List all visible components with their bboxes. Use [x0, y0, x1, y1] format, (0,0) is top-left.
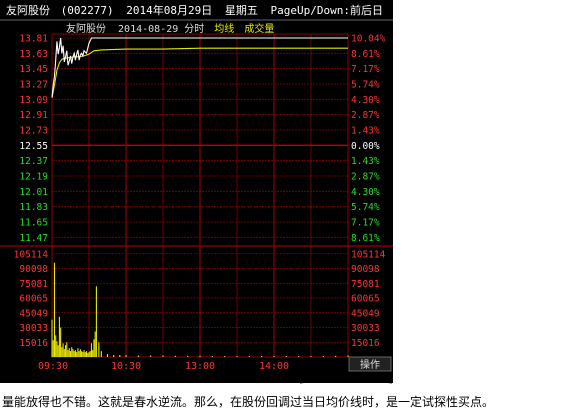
legend-avg-label: 均线 [214, 22, 234, 35]
legend-volume-label: 成交量 [244, 22, 274, 35]
price-tick-label: 11.83 [19, 202, 48, 213]
percent-tick-label: 1.43% [351, 156, 380, 167]
percent-tick-label: 7.17% [351, 64, 380, 75]
percent-tick-label: 2.87% [351, 110, 380, 121]
price-tick-label: 13.27 [19, 80, 48, 91]
volume-tick-label: 75081 [19, 279, 48, 290]
volume-tick-label: 90098 [19, 264, 48, 275]
price-tick-label: 13.45 [19, 64, 48, 75]
price-tick-label: 12.01 [19, 187, 48, 198]
time-tick-label: 09:30 [38, 361, 68, 372]
time-tick-label: 13:00 [185, 361, 215, 372]
percent-tick-label: 5.74% [351, 202, 380, 213]
volume-tick-label-right: 15016 [351, 338, 380, 349]
price-tick-label: 12.91 [19, 110, 48, 121]
header-weekday: 星期五 [225, 4, 258, 17]
volume-tick-label-right: 30033 [351, 323, 380, 334]
percent-tick-label: 5.74% [351, 80, 380, 91]
price-tick-label: 13.81 [19, 34, 48, 45]
price-tick-label: 13.63 [19, 49, 48, 60]
percent-tick-label: 2.87% [351, 172, 380, 183]
header-date: 2014年08月29日 [126, 3, 212, 17]
intraday-chart-window: 友阿股份 (002277) 2014年08月29日 星期五 PageUp/Dow… [0, 0, 418, 384]
percent-tick-label: 4.30% [351, 95, 380, 106]
percent-tick-label: 10.04% [351, 34, 386, 45]
time-tick-label: 10:30 [111, 361, 141, 372]
volume-tick-label-right: 45049 [351, 308, 380, 319]
legend-chart-label: 2014-08-29 分时 [118, 23, 204, 35]
operate-button-label: 操作 [360, 358, 380, 371]
price-tick-label: 12.73 [19, 126, 48, 137]
percent-tick-label: 4.30% [351, 187, 380, 198]
header-stock-name: 友阿股份 [6, 3, 50, 17]
header-stock-code: (002277) [61, 4, 114, 17]
legend-stock-name: 友阿股份 [66, 22, 106, 35]
price-tick-label: 11.47 [19, 233, 48, 244]
volume-tick-label-right: 105114 [351, 249, 386, 260]
header-paging-hint: PageUp/Down:前后日 [270, 3, 382, 17]
volume-tick-label: 45049 [19, 308, 48, 319]
caption-text: 量能放得也不错。这就是春水逆流。那么，在股份回调过当日均价线时，是一定试探性买点… [2, 395, 495, 409]
percent-tick-label: 0.00% [351, 141, 380, 152]
price-tick-label: 12.55 [19, 141, 48, 152]
time-tick-label: 14:00 [259, 361, 289, 372]
price-tick-label: 13.09 [19, 95, 48, 106]
percent-tick-label: 8.61% [351, 233, 380, 244]
percent-tick-label: 7.17% [351, 218, 380, 229]
header-extra: 通达 [396, 4, 418, 17]
volume-tick-label-right: 90098 [351, 264, 380, 275]
volume-tick-label: 15016 [19, 338, 48, 349]
volume-tick-label: 60065 [19, 294, 48, 305]
volume-tick-label-right: 75081 [351, 279, 380, 290]
price-tick-label: 12.37 [19, 156, 48, 167]
volume-tick-label: 30033 [19, 323, 48, 334]
operate-button[interactable]: 操作 [348, 356, 392, 372]
price-tick-label: 11.65 [19, 218, 48, 229]
volume-tick-label: 105114 [14, 249, 49, 260]
volume-tick-label-right: 60065 [351, 294, 380, 305]
header-bar: 友阿股份 (002277) 2014年08月29日 星期五 PageUp/Dow… [6, 3, 418, 17]
percent-tick-label: 1.43% [351, 126, 380, 137]
percent-tick-label: 8.61% [351, 49, 380, 60]
price-tick-label: 12.19 [19, 172, 48, 183]
